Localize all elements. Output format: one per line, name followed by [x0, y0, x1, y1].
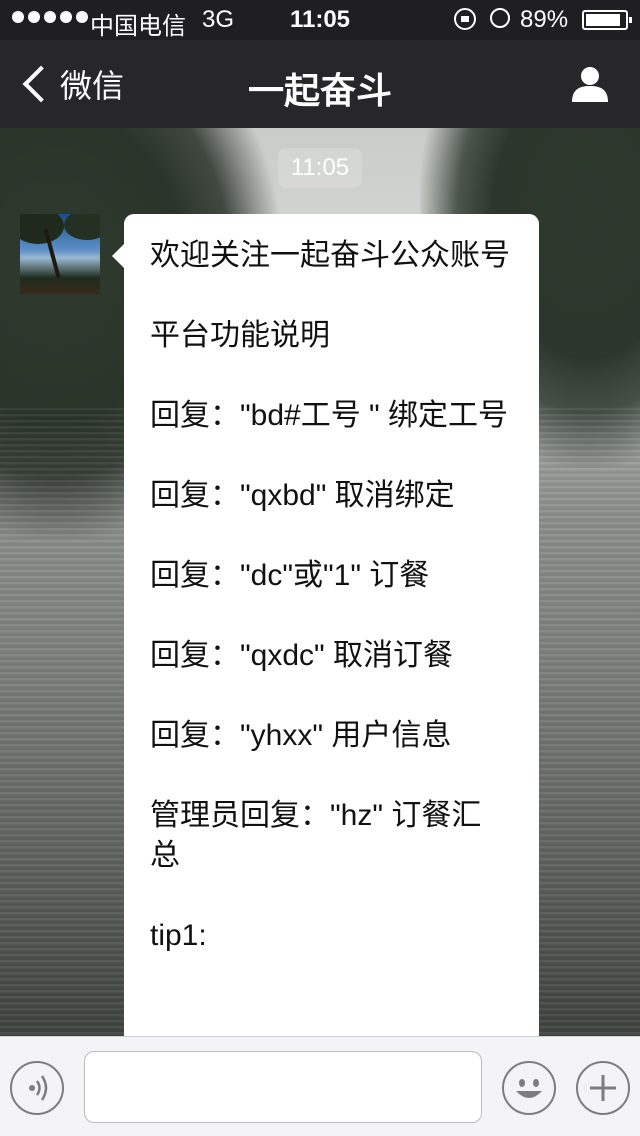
battery-percentage: 89% [520, 6, 569, 33]
status-bar: 中国电信 3G 11:05 89% [0, 0, 640, 40]
battery-icon [582, 10, 632, 30]
voice-icon [29, 1075, 48, 1101]
message-text: 欢迎关注一起奋斗公众账号 平台功能说明 回复："bd#工号 " 绑定工号 回复：… [150, 239, 510, 952]
person-icon[interactable] [570, 64, 610, 104]
chevron-left-icon [22, 65, 60, 103]
rotation-lock-icon [454, 8, 476, 30]
bubble-tail [112, 244, 124, 268]
avatar[interactable] [20, 214, 100, 294]
navigation-bar: 微信 一起奋斗 [0, 40, 640, 128]
chat-screen: 中国电信 3G 11:05 89% 微信 一起奋斗 11:05 欢迎关注一起奋斗… [0, 0, 640, 1136]
back-button[interactable]: 微信 [18, 62, 124, 106]
back-label: 微信 [60, 68, 125, 104]
voice-button[interactable] [10, 1061, 64, 1115]
message-timestamp: 11:05 [278, 148, 362, 188]
input-bar [0, 1036, 640, 1136]
emoji-button[interactable] [502, 1061, 556, 1115]
alarm-icon [490, 8, 510, 28]
plus-icon [590, 1075, 616, 1101]
emoji-icon [516, 1079, 542, 1098]
message-input[interactable] [84, 1051, 482, 1123]
message-bubble[interactable]: 欢迎关注一起奋斗公众账号 平台功能说明 回复："bd#工号 " 绑定工号 回复：… [112, 214, 539, 1054]
more-button[interactable] [576, 1061, 630, 1115]
